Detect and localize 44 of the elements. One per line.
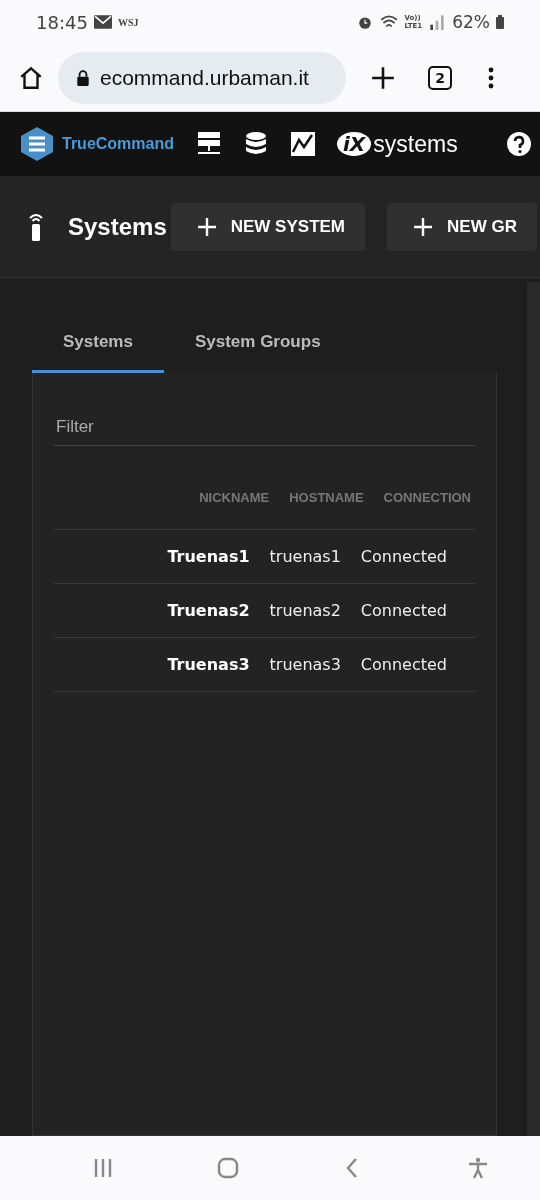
signal-icon bbox=[428, 14, 447, 30]
tab[interactable]: System Groups bbox=[163, 318, 352, 373]
brand-name[interactable]: TrueCommand bbox=[62, 135, 174, 153]
menu-icon[interactable] bbox=[488, 65, 494, 90]
table-row[interactable]: Truenas1 truenas1 Connected bbox=[54, 530, 475, 584]
table-cell: Connected bbox=[360, 655, 447, 674]
table-cell: Truenas2 bbox=[167, 601, 250, 620]
address-bar[interactable]: ecommand.urbaman.it bbox=[58, 51, 346, 104]
accessibility-icon[interactable] bbox=[466, 1157, 489, 1179]
column-header[interactable]: HOSTNAME bbox=[289, 490, 364, 505]
filter-field[interactable]: Filter bbox=[54, 409, 475, 446]
battery-level: 62% bbox=[452, 12, 490, 32]
mail-icon bbox=[93, 14, 112, 30]
url-text: ecommand.urbaman.it bbox=[100, 65, 309, 90]
plus-icon bbox=[196, 216, 217, 237]
vendor-logo: iX systems bbox=[337, 130, 458, 158]
clock-time: 18:45 bbox=[36, 11, 88, 33]
table-cell: Truenas3 bbox=[167, 655, 250, 674]
new-tab-icon[interactable] bbox=[370, 64, 396, 91]
battery-icon bbox=[496, 15, 504, 29]
page-title: Systems bbox=[68, 212, 167, 241]
chart-icon[interactable] bbox=[290, 131, 316, 157]
add-button[interactable]: NEW GR bbox=[387, 202, 537, 251]
add-button[interactable]: NEW SYSTEM bbox=[170, 202, 366, 251]
table-cell: truenas3 bbox=[269, 655, 341, 674]
home-icon[interactable] bbox=[18, 64, 44, 91]
server-icon[interactable] bbox=[196, 131, 222, 157]
table-cell: truenas1 bbox=[269, 547, 341, 566]
cube-logo-icon bbox=[20, 126, 54, 162]
news-app-label: WSJ bbox=[117, 16, 139, 28]
wifi-icon bbox=[380, 14, 399, 30]
column-header[interactable]: CONNECTION bbox=[383, 490, 471, 505]
database-icon[interactable] bbox=[243, 131, 269, 157]
tab-count-button[interactable]: 2 bbox=[428, 65, 452, 90]
plus-icon bbox=[413, 216, 434, 237]
help-icon[interactable] bbox=[505, 131, 532, 157]
table-row[interactable]: Truenas2 truenas2 Connected bbox=[54, 584, 475, 638]
table-cell: Truenas1 bbox=[167, 547, 250, 566]
table-cell: Connected bbox=[360, 601, 447, 620]
lock-icon bbox=[76, 69, 90, 86]
table-row[interactable]: Truenas3 truenas3 Connected bbox=[54, 638, 475, 692]
table-cell: truenas2 bbox=[269, 601, 341, 620]
column-header[interactable]: NICKNAME bbox=[199, 490, 270, 505]
table-cell: Connected bbox=[360, 547, 447, 566]
